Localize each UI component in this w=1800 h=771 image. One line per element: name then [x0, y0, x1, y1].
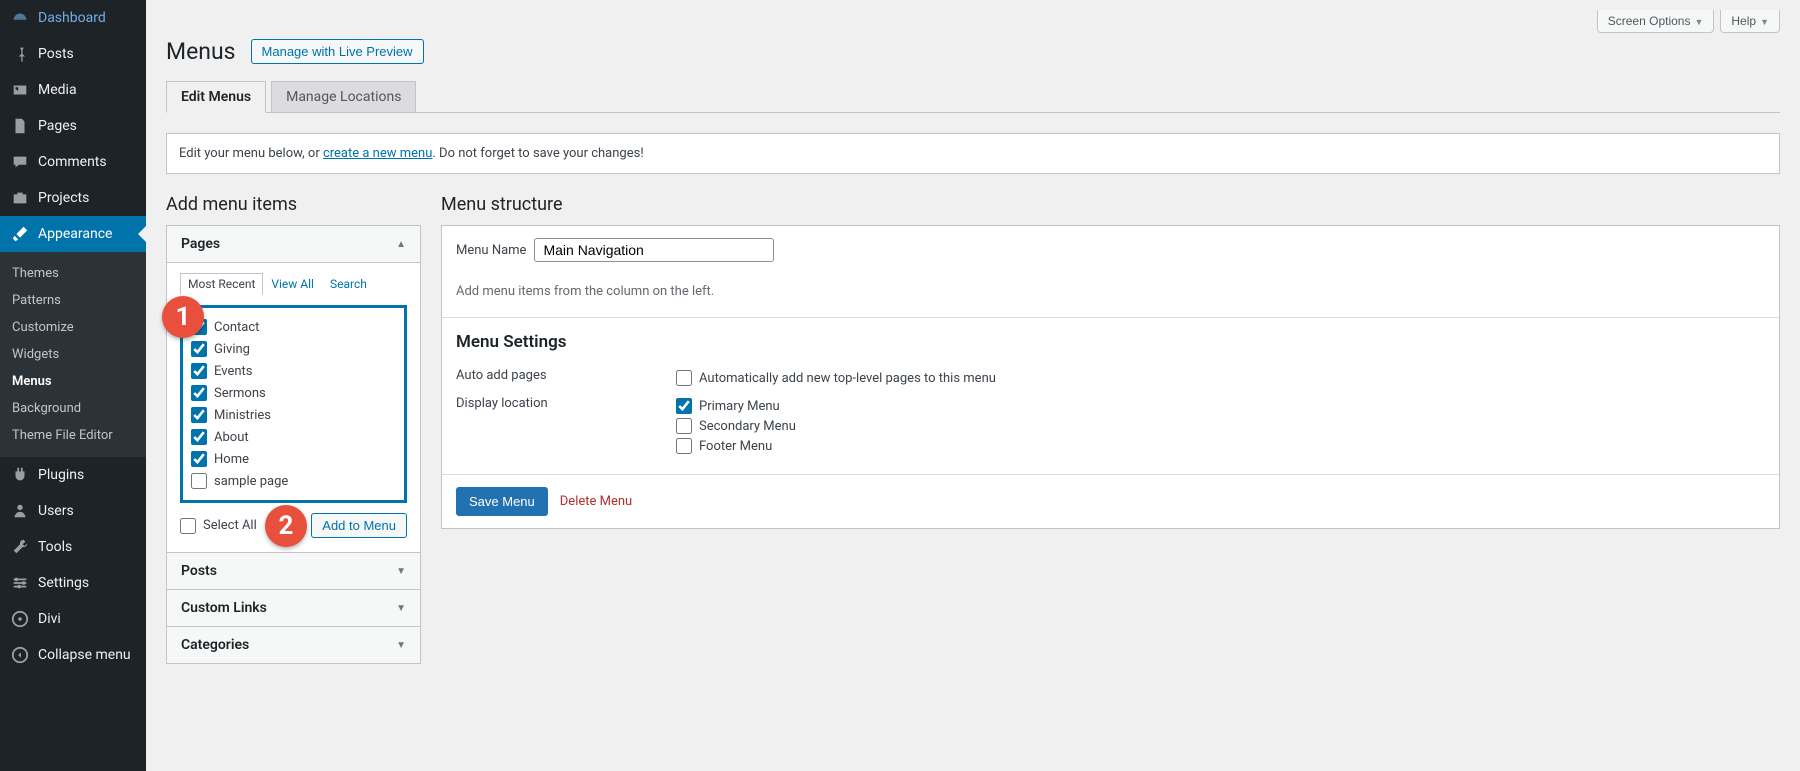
page-title: Menus [166, 38, 236, 65]
sidebar-item-label: Divi [38, 611, 61, 627]
user-icon [10, 501, 30, 521]
page-checkbox-sermons[interactable]: Sermons [191, 382, 396, 404]
page-icon [10, 116, 30, 136]
add-to-menu-button[interactable]: Add to Menu [311, 513, 407, 538]
sidebar-subitem-widgets[interactable]: Widgets [0, 341, 146, 368]
location-checkbox-footer-menu[interactable]: Footer Menu [676, 436, 796, 456]
auto-add-checkbox[interactable]: Automatically add new top-level pages to… [676, 368, 996, 388]
nav-tabs: Edit Menus Manage Locations [166, 81, 1780, 113]
sidebar-item-tools[interactable]: Tools [0, 529, 146, 565]
sidebar-item-pages[interactable]: Pages [0, 108, 146, 144]
sidebar-item-label: Dashboard [38, 10, 106, 26]
sidebar-item-divi[interactable]: Divi [0, 601, 146, 637]
main-content: Screen Options▼ Help▼ Menus Manage with … [146, 0, 1800, 771]
sidebar-item-label: Pages [38, 118, 77, 134]
sidebar-item-media[interactable]: Media [0, 72, 146, 108]
chevron-down-icon: ▼ [396, 603, 406, 614]
sliders-icon [10, 573, 30, 593]
admin-sidebar: Dashboard Posts Media Pages Comments Projects… [0, 0, 146, 771]
accordion-categories-header[interactable]: Categories▼ [167, 626, 420, 663]
add-items-accordion: Pages▲ Most Recent View All Search 1 Con… [166, 225, 421, 664]
sidebar-item-label: Tools [38, 539, 72, 555]
auto-add-label: Auto add pages [456, 368, 676, 383]
page-checkbox-events[interactable]: Events [191, 360, 396, 382]
location-checkbox-secondary-menu[interactable]: Secondary Menu [676, 416, 796, 436]
create-menu-link[interactable]: create a new menu [323, 146, 432, 161]
pages-checklist: 1 ContactGivingEventsSermonsMinistriesAb… [180, 305, 407, 503]
menu-structure-panel: Menu Name Add menu items from the column… [441, 225, 1780, 529]
page-checkbox-sample-page[interactable]: sample page [191, 470, 396, 492]
live-preview-button[interactable]: Manage with Live Preview [251, 39, 424, 64]
sidebar-item-label: Projects [38, 190, 89, 206]
sidebar-item-label: Appearance [38, 226, 112, 242]
location-checkbox-primary-menu[interactable]: Primary Menu [676, 396, 796, 416]
delete-menu-link[interactable]: Delete Menu [560, 494, 632, 509]
sidebar-subitem-menus[interactable]: Menus [0, 368, 146, 395]
sidebar-subitem-patterns[interactable]: Patterns [0, 287, 146, 314]
sidebar-item-label: Posts [38, 46, 74, 62]
sidebar-item-label: Collapse menu [38, 647, 131, 663]
subtab-most-recent[interactable]: Most Recent [180, 273, 263, 295]
empty-menu-placeholder: Add menu items from the column on the le… [442, 274, 1779, 317]
dashboard-icon [10, 8, 30, 28]
sidebar-item-users[interactable]: Users [0, 493, 146, 529]
sidebar-item-label: Comments [38, 154, 107, 170]
select-all-checkbox[interactable]: Select All [180, 518, 257, 534]
tab-manage-locations[interactable]: Manage Locations [271, 81, 416, 113]
sidebar-item-collapse-menu[interactable]: Collapse menu [0, 637, 146, 673]
sidebar-item-posts[interactable]: Posts [0, 36, 146, 72]
chevron-down-icon: ▼ [396, 566, 406, 577]
menu-name-input[interactable] [534, 238, 774, 262]
sidebar-item-projects[interactable]: Projects [0, 180, 146, 216]
sidebar-subitem-themes[interactable]: Themes [0, 260, 146, 287]
page-checkbox-ministries[interactable]: Ministries [191, 404, 396, 426]
sidebar-item-appearance[interactable]: Appearance [0, 216, 146, 252]
media-icon [10, 80, 30, 100]
chevron-up-icon: ▲ [396, 239, 406, 250]
screen-options-button[interactable]: Screen Options▼ [1597, 10, 1715, 33]
subtab-search[interactable]: Search [322, 273, 375, 295]
tab-edit-menus[interactable]: Edit Menus [166, 81, 266, 113]
sidebar-subitem-background[interactable]: Background [0, 395, 146, 422]
sidebar-item-label: Plugins [38, 467, 84, 483]
sidebar-item-comments[interactable]: Comments [0, 144, 146, 180]
menu-name-label: Menu Name [456, 243, 526, 258]
pin-icon [10, 44, 30, 64]
sidebar-subitem-customize[interactable]: Customize [0, 314, 146, 341]
sidebar-item-dashboard[interactable]: Dashboard [0, 0, 146, 36]
display-location-label: Display location [456, 396, 676, 411]
plugin-icon [10, 465, 30, 485]
wrench-icon [10, 537, 30, 557]
page-checkbox-home[interactable]: Home [191, 448, 396, 470]
page-checkbox-about[interactable]: About [191, 426, 396, 448]
menu-structure-title: Menu structure [441, 194, 1780, 215]
divi-icon [10, 609, 30, 629]
callout-badge-1: 1 [162, 296, 204, 338]
sidebar-item-label: Users [38, 503, 74, 519]
subtab-view-all[interactable]: View All [263, 273, 322, 295]
save-menu-button[interactable]: Save Menu [456, 487, 548, 516]
brush-icon [10, 224, 30, 244]
sidebar-item-settings[interactable]: Settings [0, 565, 146, 601]
help-button[interactable]: Help▼ [1720, 10, 1780, 33]
sidebar-item-plugins[interactable]: Plugins [0, 457, 146, 493]
page-checkbox-giving[interactable]: Giving [191, 338, 396, 360]
chevron-down-icon: ▼ [396, 640, 406, 651]
menu-settings-title: Menu Settings [456, 332, 1765, 352]
collapse-icon [10, 645, 30, 665]
accordion-custom-links-header[interactable]: Custom Links▼ [167, 589, 420, 626]
callout-badge-2: 2 [265, 505, 307, 547]
accordion-pages-header[interactable]: Pages▲ [167, 226, 420, 262]
portfolio-icon [10, 188, 30, 208]
page-checkbox-contact[interactable]: Contact [191, 316, 396, 338]
sidebar-item-label: Settings [38, 575, 89, 591]
add-items-title: Add menu items [166, 194, 421, 215]
comment-icon [10, 152, 30, 172]
sidebar-subitem-theme-file-editor[interactable]: Theme File Editor [0, 422, 146, 449]
info-notice: Edit your menu below, or create a new me… [166, 133, 1780, 174]
sidebar-item-label: Media [38, 82, 77, 98]
accordion-posts-header[interactable]: Posts▼ [167, 552, 420, 589]
